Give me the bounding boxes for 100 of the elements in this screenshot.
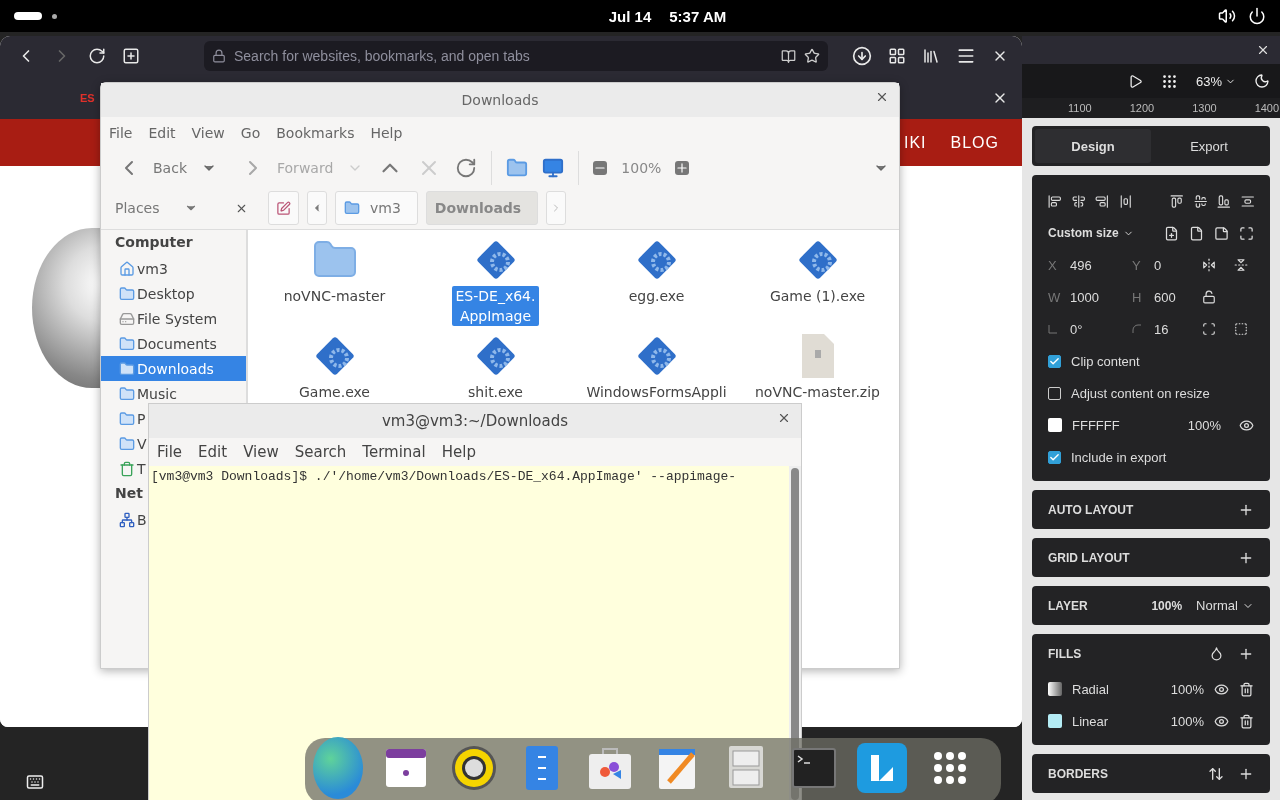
dashed-square-icon[interactable] [1234,322,1248,336]
menu-item[interactable]: Edit [198,443,228,461]
align-middle-icon[interactable] [1193,193,1207,209]
keyboard-icon[interactable] [26,773,44,791]
close-icon[interactable] [1256,43,1270,57]
places-dropdown[interactable]: Places [115,200,227,216]
activities-indicator[interactable] [14,12,42,20]
size-preset-dropdown[interactable]: Custom size [1048,226,1134,240]
speaker-icon[interactable] [451,745,497,791]
eye-icon[interactable] [1214,681,1229,697]
sidebar-item[interactable]: Documents [101,331,217,356]
shopping-bag-icon[interactable] [587,746,633,790]
checkbox[interactable] [1048,386,1061,400]
unlocked-icon[interactable] [1202,290,1216,304]
clock[interactable]: Jul 14 5:37 AM [608,7,727,25]
color-swatch[interactable] [1048,418,1062,432]
library-icon[interactable] [922,47,940,65]
nav-link[interactable]: IKI [903,133,927,152]
download-icon[interactable] [852,46,872,66]
item-tile[interactable]: Game (1).exe [737,236,898,306]
checkbox[interactable] [1048,450,1061,464]
reader-view-icon[interactable] [781,48,796,64]
nav-link[interactable]: BLOG [950,133,999,152]
file-plus-icon[interactable] [1164,225,1179,241]
new-tab-icon[interactable] [122,47,140,65]
reload-icon[interactable] [88,47,106,65]
menu-item[interactable]: Go [240,125,261,141]
arrows-up-down-icon[interactable] [1208,765,1224,782]
frame-corners-icon[interactable] [1202,322,1216,336]
app-icon[interactable] [857,743,907,793]
calendar-icon[interactable] [385,747,427,789]
flip-horizontal-icon[interactable] [1202,258,1216,272]
item-tile[interactable]: ES-DE_x64. AppImage [415,236,576,326]
edit-location-button[interactable] [268,191,299,225]
extensions-grid-icon[interactable] [888,47,906,65]
close-button[interactable] [875,90,889,104]
play-icon[interactable] [1127,73,1143,89]
eye-icon[interactable] [1214,713,1229,729]
number-field[interactable]: X 496 [1048,257,1132,273]
sidebar-item[interactable]: V [101,431,147,456]
menu-item[interactable]: Help [370,125,403,141]
sidebar-item[interactable]: File System [101,306,218,331]
back-button[interactable]: Back [117,156,187,180]
checkbox[interactable] [1048,354,1061,368]
align-center-icon[interactable] [1071,193,1085,209]
menu-item[interactable]: View [243,443,279,461]
eye-icon[interactable] [1239,417,1254,433]
menu-item[interactable]: Search [294,443,347,461]
sidebar-item[interactable]: P [101,406,146,431]
distribute-vertical-icon[interactable] [1240,193,1254,209]
menu-item[interactable]: Bookmarks [276,125,355,141]
item-tile[interactable]: noVNC-master.zip [737,332,898,402]
number-field[interactable]: H 600 [1132,289,1202,305]
sidebar-item[interactable]: Desktop [101,281,195,306]
number-field[interactable]: 16 [1132,321,1202,337]
droplet-icon[interactable] [1209,646,1224,661]
trash-icon[interactable] [1239,713,1254,729]
item-tile[interactable]: noVNC-master [254,236,415,306]
menu-item[interactable]: View [191,125,225,141]
menu-item[interactable]: File [157,443,183,461]
zoom-out-icon[interactable] [593,161,608,175]
file-cabinet-icon[interactable] [525,745,559,791]
close-button[interactable] [777,411,791,425]
path-button[interactable]: vm3 [335,191,418,225]
align-bottom-icon[interactable] [1217,193,1231,209]
panel-tab[interactable]: Design [1035,129,1151,163]
align-right-icon[interactable] [1095,193,1109,209]
item-tile[interactable]: Game.exe [254,332,415,402]
zoom-dropdown[interactable]: 63% [1195,73,1236,89]
distribute-horizontal-icon[interactable] [1118,193,1132,209]
volume-icon[interactable] [1218,7,1236,25]
number-field[interactable]: 0° [1048,321,1132,337]
landscape-page-icon[interactable] [1214,225,1229,241]
item-tile[interactable]: WindowsFormsAppli [576,332,737,402]
zoom-in-icon[interactable] [675,161,690,175]
item-tile[interactable]: shit.exe [415,332,576,402]
menu-item[interactable]: Edit [148,125,176,141]
computer-icon[interactable] [542,157,565,179]
flip-vertical-icon[interactable] [1234,258,1248,272]
app-grid-icon[interactable] [933,751,967,785]
portrait-page-icon[interactable] [1189,225,1204,241]
menu-icon[interactable] [956,46,976,66]
item-tile[interactable]: egg.exe [576,236,737,306]
terminal-icon[interactable] [792,748,836,788]
moon-icon[interactable] [1254,73,1270,89]
menu-item[interactable]: File [109,125,133,141]
number-field[interactable]: Y 0 [1132,257,1202,273]
align-top-icon[interactable] [1170,193,1184,209]
align-left-icon[interactable] [1048,193,1062,209]
menu-item[interactable]: Terminal [362,443,426,461]
blend-mode-dropdown[interactable]: Normal [1196,598,1254,613]
address-bar[interactable]: Search for websites, bookmarks, and open tabs [204,41,828,71]
number-field[interactable]: W 1000 [1048,289,1132,305]
fit-icon[interactable] [1239,225,1254,241]
bookmark-star-icon[interactable] [804,48,820,64]
panel-tab[interactable]: Export [1151,129,1267,163]
sidebar-item[interactable]: T [101,456,146,481]
dot-grid-icon[interactable] [1160,72,1178,90]
sidebar-item[interactable]: vm3 [101,256,168,281]
sidebar-item[interactable]: B [101,507,147,532]
